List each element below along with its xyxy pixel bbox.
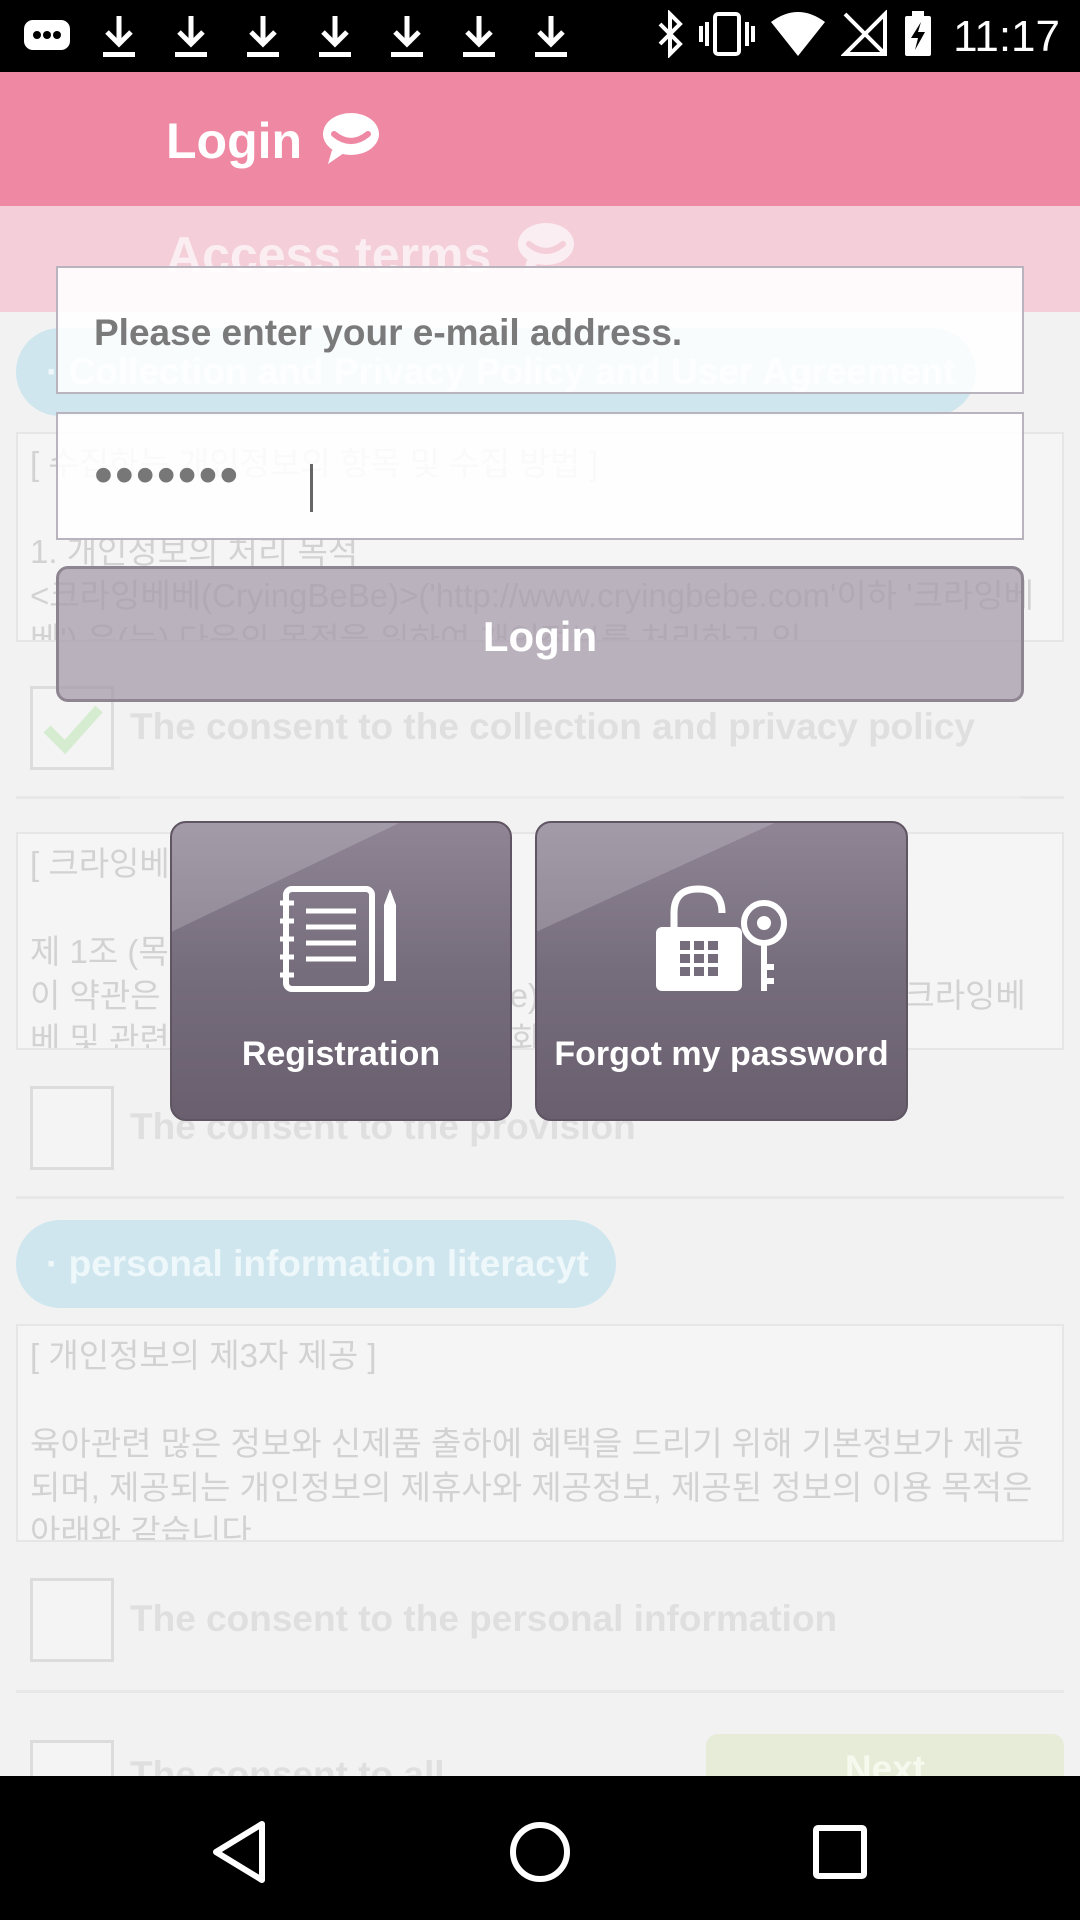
registration-button[interactable]: Registration xyxy=(170,821,512,1121)
registration-label: Registration xyxy=(241,1035,441,1073)
email-field[interactable]: Please enter your e-mail address. xyxy=(56,266,1024,394)
app-header: Login xyxy=(0,72,1080,206)
speech-bubble-icon xyxy=(320,110,382,171)
login-dialog: Please enter your e-mail address. ••••••… xyxy=(0,206,1080,1776)
download-icon xyxy=(382,12,432,60)
no-signal-icon xyxy=(840,9,889,63)
download-icon xyxy=(310,12,360,60)
clock: 11:17 xyxy=(953,11,1060,61)
navigation-bar xyxy=(0,1776,1080,1920)
download-icon xyxy=(238,12,288,60)
password-value: ••••••• xyxy=(94,445,241,505)
vibrate-icon xyxy=(699,10,756,63)
forgot-password-label: Forgot my password xyxy=(554,1035,889,1073)
notebook-pen-icon xyxy=(276,883,406,998)
email-placeholder: Please enter your e-mail address. xyxy=(94,312,683,353)
password-field[interactable]: ••••••• xyxy=(56,412,1024,540)
system-icons: 11:17 xyxy=(655,9,1060,63)
download-icon xyxy=(526,12,576,60)
bbm-icon xyxy=(22,12,72,60)
bluetooth-icon xyxy=(655,9,685,63)
page-title: Login xyxy=(166,113,303,169)
login-button[interactable]: Login xyxy=(56,566,1024,702)
wifi-icon xyxy=(769,10,827,63)
status-bar: 11:17 xyxy=(0,0,1080,72)
padlock-key-icon xyxy=(652,883,792,1000)
battery-charging-icon xyxy=(903,10,933,63)
home-icon[interactable] xyxy=(500,1812,580,1892)
back-icon[interactable] xyxy=(200,1812,280,1892)
download-icon xyxy=(94,12,144,60)
recents-icon[interactable] xyxy=(800,1812,880,1892)
text-cursor xyxy=(310,464,313,512)
download-icon xyxy=(166,12,216,60)
download-icon xyxy=(454,12,504,60)
forgot-password-button[interactable]: Forgot my password xyxy=(535,821,908,1121)
notification-icons xyxy=(22,12,576,60)
